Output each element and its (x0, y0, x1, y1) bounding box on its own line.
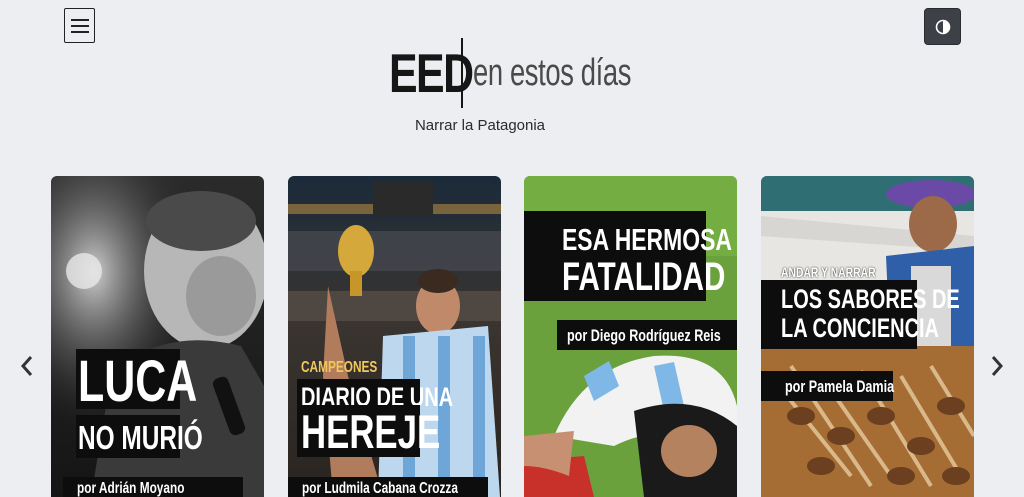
logo-tagline: en estos días (473, 52, 632, 94)
carousel-prev-button[interactable] (16, 352, 38, 380)
article-card[interactable]: ESA HERMOSA FATALIDAD por Diego Rodrígue… (524, 176, 737, 497)
card-title-line2: FATALIDAD (524, 251, 725, 301)
chevron-left-icon (20, 356, 33, 376)
card-author: por Pamela Damia (761, 371, 894, 401)
card-kicker: CAMPEONES (301, 359, 378, 376)
logo-divider (461, 38, 463, 108)
article-card[interactable]: LUCA NO MURIÓ por Adrián Moyano (51, 176, 264, 497)
card-author: por Diego Rodríguez Reis (557, 320, 737, 350)
card-title-line2: HEREJE (297, 405, 440, 457)
article-card[interactable]: CAMPEONES DIARIO DE UNA HEREJE por Ludmi… (288, 176, 501, 497)
logo-mark: EED (389, 42, 474, 104)
article-card[interactable]: ANDAR Y NARRAR LOS SABORES DE LA CONCIEN… (761, 176, 974, 497)
chevron-right-icon (991, 356, 1004, 376)
card-author: por Ludmila Cabana Crozza (288, 477, 488, 497)
site-subtitle: Narrar la Patagonia (414, 117, 546, 134)
card-author: por Adrián Moyano (63, 477, 243, 497)
carousel-next-button[interactable] (986, 352, 1008, 380)
card-kicker: ANDAR Y NARRAR (781, 264, 876, 280)
card-title-line1: LUCA (76, 349, 198, 414)
theme-toggle-button[interactable] (924, 8, 961, 45)
menu-button[interactable] (64, 8, 95, 43)
hamburger-icon (70, 18, 89, 33)
site-logo[interactable]: EED en estos días (389, 38, 639, 108)
card-title-line2: LA CONCIENCIA (761, 311, 939, 349)
contrast-icon (935, 19, 950, 34)
card-title-line2: NO MURIÓ (76, 415, 203, 458)
